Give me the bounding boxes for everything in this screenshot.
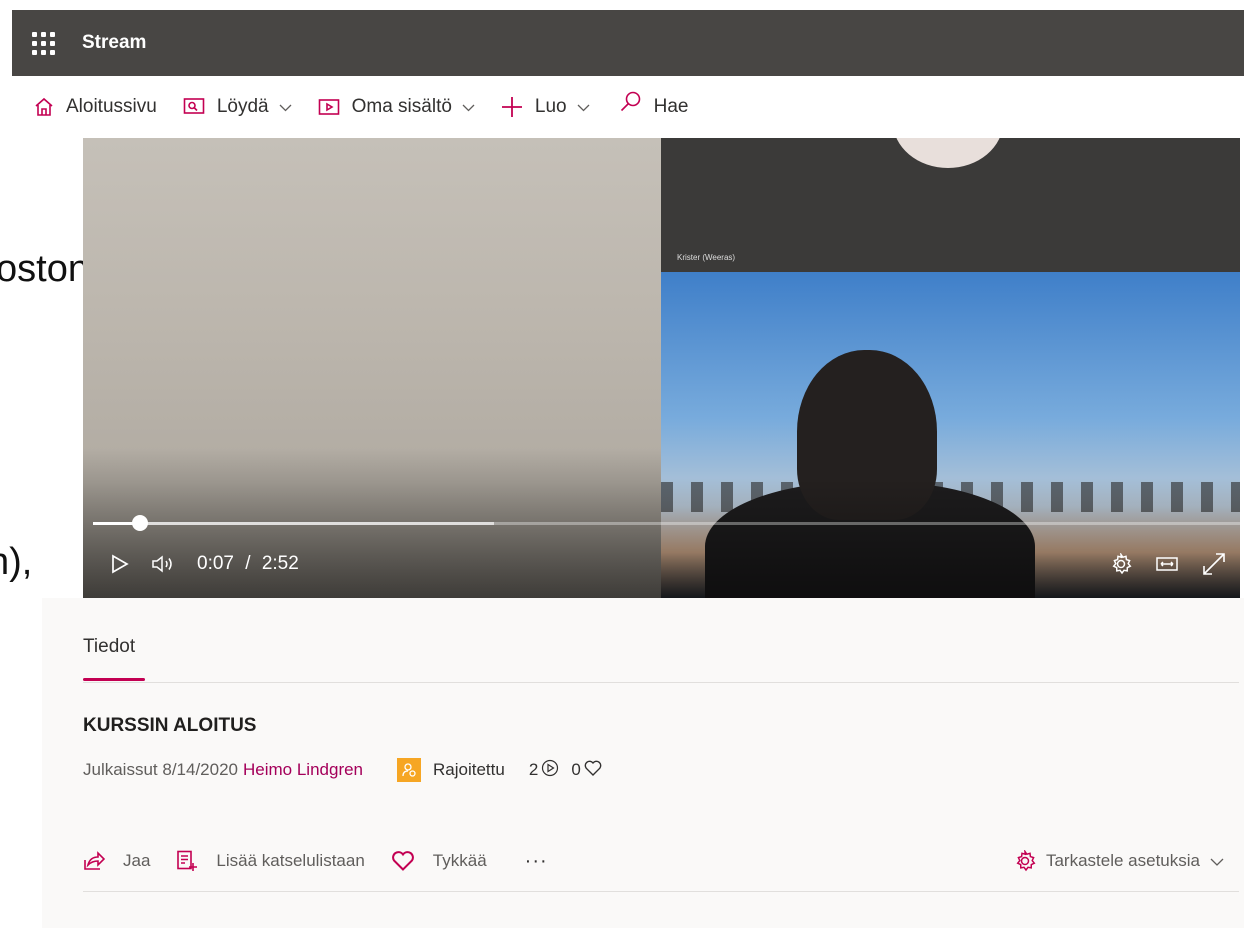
video-info-panel: Tiedot KURSSIN ALOITUS Julkaissut 8/14/2… [42, 598, 1244, 928]
participant-avatar [893, 138, 1003, 168]
published-date: Julkaissut 8/14/2020 [83, 760, 238, 779]
nav-item-label: Oma sisältö [351, 96, 452, 117]
view-settings-button[interactable]: Tarkastele asetuksia [1014, 846, 1224, 876]
view-settings-label: Tarkastele asetuksia [1045, 851, 1200, 870]
theater-mode-icon[interactable] [1156, 556, 1178, 572]
nav-item-discover[interactable]: Löydä [183, 96, 292, 118]
current-time: 0:07 [197, 553, 234, 574]
video-metadata: Julkaissut 8/14/2020 Heimo Lindgren Rajo… [83, 758, 602, 782]
nav-item-label: Aloitussivu [66, 96, 157, 117]
video-title: KURSSIN ALOITUS [83, 715, 257, 736]
permission-label: Rajoitettu [433, 760, 505, 779]
watchlist-label: Lisää katselulistaan [216, 851, 365, 870]
chevron-down-icon [1210, 851, 1224, 871]
divider [83, 682, 1239, 683]
background-text-line: ostona. [0, 248, 83, 290]
background-text-line: n), [0, 541, 33, 583]
play-icon[interactable] [111, 554, 129, 574]
watchlist-add-icon [176, 850, 198, 872]
fullscreen-icon[interactable] [1202, 552, 1226, 576]
participant-name: Krister (Weeras) [677, 253, 736, 262]
video-left-pane [83, 138, 661, 598]
tab-active-indicator [83, 678, 145, 681]
nav-item-search[interactable]: Hae [620, 91, 689, 118]
discover-icon [183, 97, 205, 117]
progress-thumb[interactable] [132, 515, 149, 531]
nav-item-my-content[interactable]: Oma sisältö [318, 96, 475, 118]
player-right-controls [1086, 544, 1226, 584]
like-button[interactable]: Tykkää [391, 851, 487, 871]
share-icon [83, 851, 105, 871]
progress-buffered [93, 522, 495, 525]
share-button[interactable]: Jaa [83, 851, 150, 871]
time-separator: / [245, 553, 251, 574]
heart-outline-icon [584, 760, 602, 781]
my-content-icon [318, 97, 340, 117]
nav-bar: Aloitussivu Löydä Oma sisältö Luo Hae [12, 76, 1244, 138]
volume-icon[interactable] [151, 554, 177, 574]
settings-gear-icon[interactable] [1110, 553, 1132, 575]
duration: 2:52 [261, 553, 299, 574]
add-to-watchlist-button[interactable]: Lisää katselulistaan [176, 850, 365, 872]
share-label: Jaa [123, 851, 151, 870]
view-count: 2 [529, 759, 559, 782]
action-bar: Jaa Lisää katselulistaan Tykkää ··· [83, 846, 548, 876]
video-participant-tile: Krister (Weeras) [661, 138, 1240, 272]
playback-time: 0:07 / 2:52 [197, 553, 299, 575]
author-link[interactable]: Heimo Lindgren [243, 760, 363, 780]
tab-details[interactable]: Tiedot [83, 636, 135, 658]
nav-item-home[interactable]: Aloitussivu [34, 96, 157, 118]
permission-status: Rajoitettu [397, 758, 505, 782]
settings-gear-icon [1014, 850, 1036, 872]
search-label: Hae [653, 96, 689, 117]
heart-icon [391, 851, 415, 871]
likes-number: 0 [571, 760, 581, 779]
search-icon [620, 91, 642, 113]
plus-icon [501, 96, 523, 118]
play-circle-icon [541, 759, 559, 782]
like-label: Tykkää [432, 851, 487, 870]
app-name[interactable]: Stream [82, 32, 146, 54]
chevron-down-icon [279, 100, 292, 115]
app-bar: Stream [12, 10, 1244, 76]
app-launcher-icon[interactable] [32, 30, 58, 56]
like-count: 0 [571, 760, 602, 781]
progress-bar[interactable] [93, 515, 1240, 531]
nav-item-label: Luo [534, 96, 567, 117]
chevron-down-icon [462, 100, 475, 115]
home-icon [34, 97, 54, 117]
player-controls: 0:07 / 2:52 [83, 544, 1240, 584]
nav-item-label: Löydä [216, 96, 269, 117]
chevron-down-icon [577, 100, 590, 115]
divider [83, 891, 1239, 892]
restricted-person-icon [397, 758, 422, 782]
video-player[interactable]: Krister (Weeras) 0:07 / 2:52 [83, 138, 1240, 598]
more-options-button[interactable]: ··· [525, 850, 548, 873]
nav-item-create[interactable]: Luo [501, 96, 590, 118]
views-number: 2 [528, 760, 539, 779]
